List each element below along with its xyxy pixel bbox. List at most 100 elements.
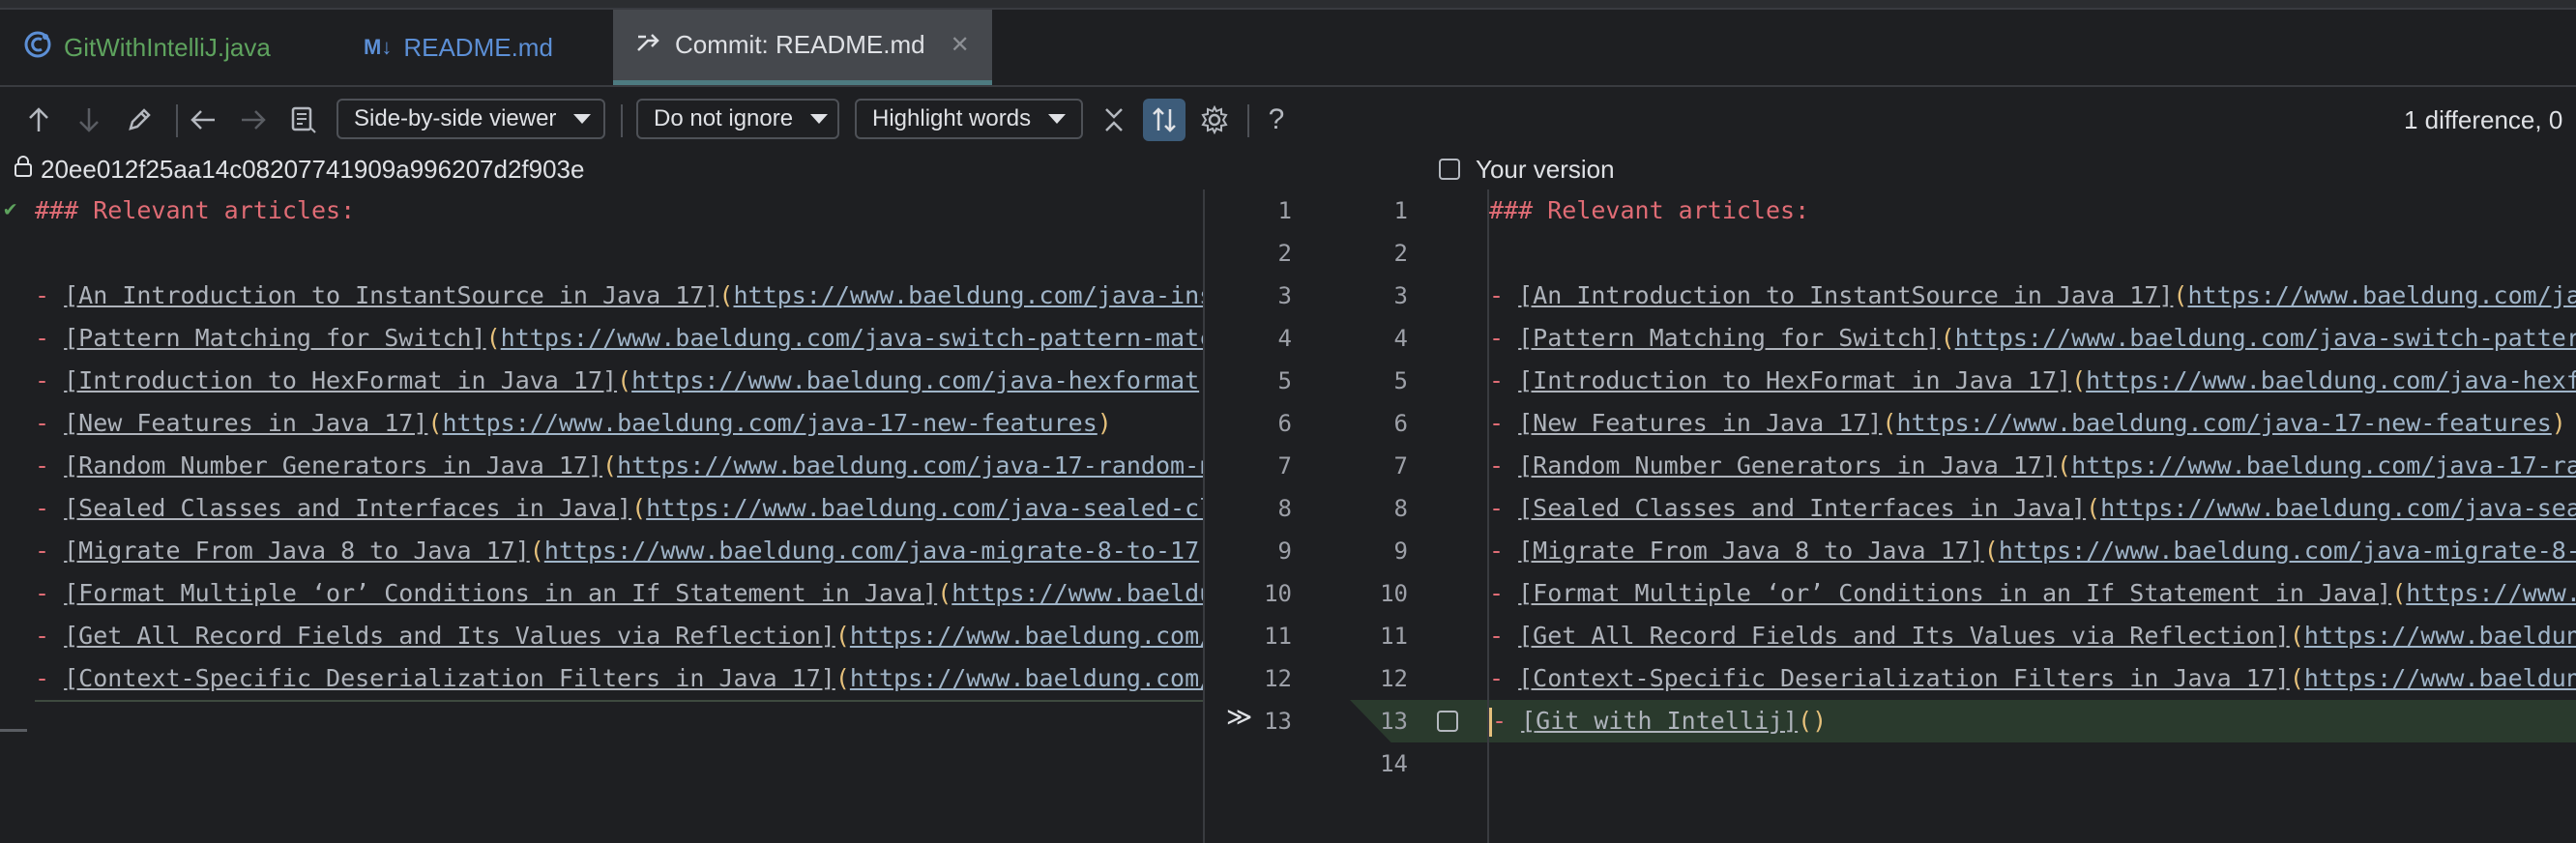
left-line-number: 2 bbox=[1277, 240, 1292, 267]
list-dash: - bbox=[1489, 281, 1519, 309]
right-line-number: 1 bbox=[1393, 197, 1408, 224]
tab-label: README.md bbox=[403, 32, 553, 62]
gear-icon[interactable] bbox=[1195, 101, 1234, 139]
right-line-number: 2 bbox=[1393, 240, 1408, 267]
link-paren-open: ( bbox=[1940, 324, 1955, 352]
include-all-checkbox[interactable] bbox=[1439, 159, 1460, 180]
left-line-number: 3 bbox=[1277, 282, 1292, 309]
link-url: https://www.baeldung.com/java-instantsou… bbox=[2187, 281, 2576, 309]
right-line-number: 6 bbox=[1393, 410, 1408, 437]
previous-difference-button[interactable] bbox=[19, 101, 58, 139]
collapse-unchanged-icon[interactable] bbox=[1095, 101, 1133, 139]
list-dash: - bbox=[35, 324, 65, 352]
left-line-number: 13 bbox=[1264, 708, 1292, 735]
link-text: [Introduction to HexFormat in Java 17] bbox=[1518, 366, 2072, 394]
link-text: [Get All Record Fields and Its Values vi… bbox=[1518, 622, 2290, 650]
diff-toolbar: Side-by-side viewer Do not ignore Highli… bbox=[0, 87, 2576, 153]
left-line-number: 6 bbox=[1277, 410, 1292, 437]
commit-diff-icon bbox=[634, 27, 663, 63]
edit-source-button[interactable] bbox=[120, 101, 159, 139]
left-editor-pane[interactable]: ✔ ### Relevant articles: - [An Introducti… bbox=[0, 189, 1203, 843]
link-url: https://www.baeldung.com/java-switch-pat… bbox=[500, 324, 1203, 352]
right-line-number: 3 bbox=[1393, 282, 1408, 309]
link-text: [New Features in Java 17] bbox=[1518, 409, 1883, 437]
code-line: - [Sealed Classes and Interfaces in Java… bbox=[1489, 487, 2576, 530]
right-version-header: Your version bbox=[1439, 153, 1615, 186]
list-dash: - bbox=[35, 537, 65, 565]
tab-gitwithintellij-java[interactable]: GitWithIntelliJ.java bbox=[23, 10, 271, 85]
highlight-mode-dropdown[interactable]: Highlight words bbox=[855, 99, 1083, 139]
chevron-down-icon bbox=[573, 114, 592, 124]
left-line-number: 7 bbox=[1277, 452, 1292, 480]
link-text: [Format Multiple ‘or’ Conditions in an I… bbox=[64, 579, 938, 607]
ignore-policy-dropdown[interactable]: Do not ignore bbox=[636, 99, 839, 139]
synchronize-scrolling-button[interactable] bbox=[1143, 99, 1186, 141]
code-line: - [Context-Specific Deserialization Filt… bbox=[35, 657, 1203, 700]
link-url: https://www.baeldung.com/java-migrate-8-… bbox=[543, 537, 1200, 565]
link-url: https://www.baeldung.com/java-switch-pat… bbox=[1954, 324, 2576, 352]
link-paren-open: ( bbox=[2391, 579, 2407, 607]
left-line-number: 11 bbox=[1264, 623, 1292, 650]
tab-commit-readme[interactable]: Commit: README.md ✕ bbox=[613, 10, 992, 85]
tab-label: Commit: README.md bbox=[675, 30, 925, 59]
code-line: - [Introduction to HexFormat in Java 17]… bbox=[35, 360, 1199, 402]
viewer-mode-dropdown[interactable]: Side-by-side viewer bbox=[337, 99, 605, 139]
link-url: https://www.baeldung.com/java-17-random-… bbox=[617, 451, 1203, 480]
list-dash: - bbox=[35, 281, 65, 309]
link-text: [Context-Specific Deserialization Filter… bbox=[1518, 664, 2290, 692]
link-text: [An Introduction to InstantSource in Jav… bbox=[1518, 281, 2174, 309]
added-link-text: Git with Intellij bbox=[1536, 707, 1784, 735]
right-line-number: 8 bbox=[1393, 495, 1408, 522]
list-dash: - bbox=[1489, 366, 1519, 394]
link-text: [Sealed Classes and Interfaces in Java] bbox=[64, 494, 632, 522]
link-paren-close: ) bbox=[2551, 409, 2566, 437]
link-text: [Random Number Generators in Java 17] bbox=[64, 451, 603, 480]
link-paren-open: ( bbox=[631, 494, 647, 522]
right-line-number: 11 bbox=[1380, 623, 1408, 650]
list-dash: - bbox=[1489, 324, 1519, 352]
list-dash: - bbox=[1492, 707, 1522, 735]
close-icon[interactable]: ✕ bbox=[951, 31, 970, 59]
link-paren-open: ( bbox=[2057, 451, 2072, 480]
code-line: - [Format Multiple ‘or’ Conditions in an… bbox=[1489, 572, 2576, 615]
left-line-number: 9 bbox=[1277, 538, 1292, 565]
link-url: https://www.baeldung.com/java-hexformat bbox=[631, 366, 1200, 394]
link-paren-open: ( bbox=[937, 579, 952, 607]
link-url: https://www.baeldung.com/java-hexformat bbox=[2086, 366, 2576, 394]
diff-pane-headers: 20ee012f25aa14c08207741909a996207d2f903e… bbox=[0, 153, 2576, 186]
list-dash: - bbox=[1489, 451, 1519, 480]
list-dash: - bbox=[1489, 494, 1519, 522]
code-line: - [New Features in Java 17](https://www.… bbox=[1489, 402, 2566, 445]
right-line-number: 10 bbox=[1380, 580, 1408, 607]
chevron-down-icon bbox=[810, 114, 829, 124]
tab-readme-md[interactable]: M↓ README.md bbox=[364, 10, 553, 85]
link-text: [Context-Specific Deserialization Filter… bbox=[64, 664, 835, 692]
link-text: [New Features in Java 17] bbox=[64, 409, 428, 437]
right-line-number: 12 bbox=[1380, 665, 1408, 692]
file-history-icon[interactable] bbox=[284, 101, 323, 139]
end-of-file-marker bbox=[35, 700, 1203, 702]
fold-marker bbox=[0, 729, 27, 732]
code-line: - [Migrate From Java 8 to Java 17](https… bbox=[35, 530, 1199, 572]
help-icon[interactable]: ? bbox=[1257, 101, 1296, 139]
link-url: https://www.baeldung.com/java-17-new-fea… bbox=[1896, 409, 2552, 437]
code-line: - [Pattern Matching for Switch](https://… bbox=[35, 317, 1203, 360]
next-difference-button[interactable] bbox=[70, 101, 108, 139]
link-paren-open: ( bbox=[427, 409, 443, 437]
right-editor-pane[interactable]: ### Relevant articles: - [An Introduction… bbox=[1489, 189, 2576, 843]
revision-hash: 20ee012f25aa14c08207741909a996207d2f903e bbox=[41, 154, 585, 184]
window-top-strip bbox=[0, 0, 2576, 10]
left-line-number: 12 bbox=[1264, 665, 1292, 692]
ignore-policy-label: Do not ignore bbox=[654, 105, 794, 131]
back-arrow-icon[interactable] bbox=[184, 101, 222, 139]
link-url: https://www.baeldung.com/java-instantsou… bbox=[733, 281, 1203, 309]
viewer-mode-label: Side-by-side viewer bbox=[354, 105, 557, 131]
link-text: [Get All Record Fields and Its Values vi… bbox=[64, 622, 835, 650]
chevron-down-icon bbox=[1048, 114, 1067, 124]
link-paren-open: ( bbox=[1882, 409, 1897, 437]
left-line-number: 4 bbox=[1277, 325, 1292, 352]
forward-arrow-icon[interactable] bbox=[234, 101, 273, 139]
include-change-checkbox[interactable] bbox=[1437, 711, 1458, 732]
list-dash: - bbox=[1489, 409, 1519, 437]
link-paren-open: ( bbox=[1983, 537, 1999, 565]
